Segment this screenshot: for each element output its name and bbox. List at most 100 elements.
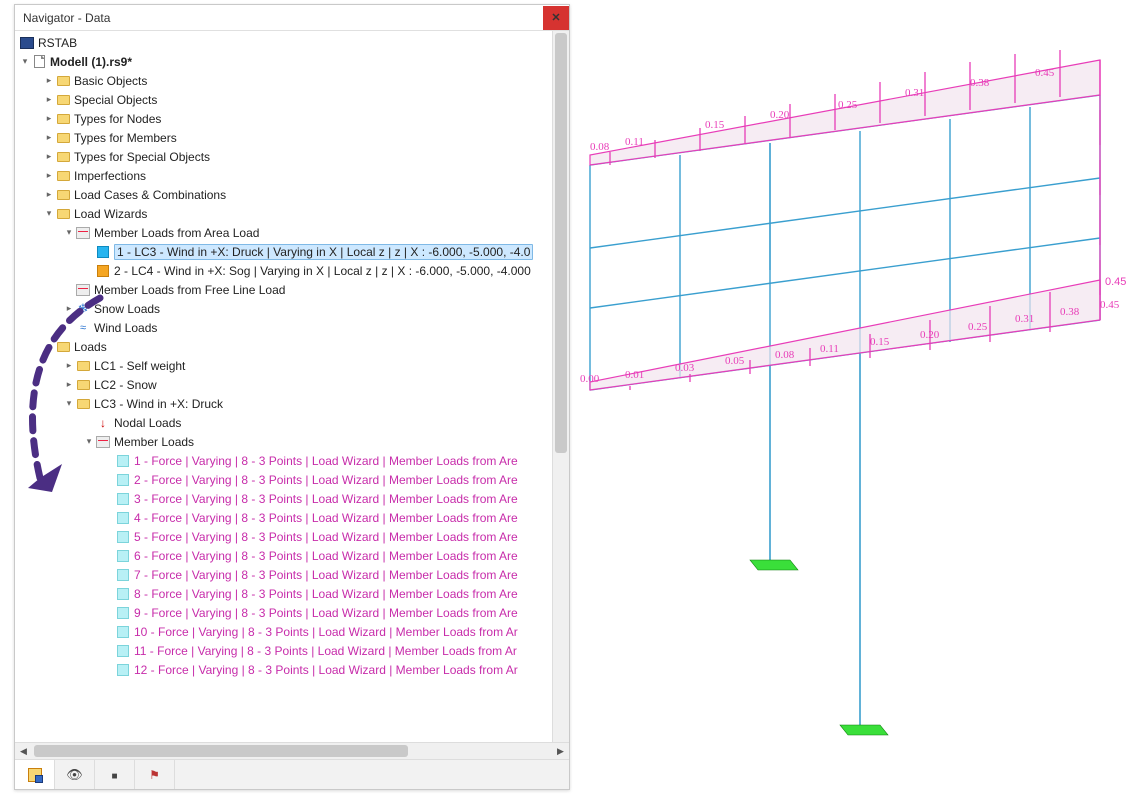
twisty-icon[interactable]: ▾	[63, 398, 75, 410]
snow-icon: ❄	[75, 301, 91, 317]
color-swatch-icon	[115, 624, 131, 640]
scroll-left-button[interactable]: ◀	[15, 743, 32, 760]
camera-icon	[111, 768, 117, 782]
tree-member-load-item[interactable]: 7 - Force | Varying | 8 - 3 Points | Loa…	[15, 565, 569, 584]
tab-views[interactable]	[95, 760, 135, 789]
load-label: 0.11	[625, 136, 644, 148]
twisty-icon[interactable]: ▾	[63, 227, 75, 239]
twisty-icon[interactable]: ▸	[43, 132, 55, 144]
tree-member-load-item[interactable]: 10 - Force | Varying | 8 - 3 Points | Lo…	[15, 622, 569, 641]
load-label: 0.20	[920, 329, 940, 341]
tree-wrap: RSTAB ▾ Modell (1).rs9* ▸Basic Objects▸S…	[15, 31, 569, 742]
tree-member-load-item[interactable]: 8 - Force | Varying | 8 - 3 Points | Loa…	[15, 584, 569, 603]
scrollbar-thumb[interactable]	[555, 33, 567, 453]
load-label: 0.15	[870, 336, 890, 348]
member-load-icon	[75, 225, 91, 241]
tree-member-load-item[interactable]: 9 - Force | Varying | 8 - 3 Points | Loa…	[15, 603, 569, 622]
tree-lc3[interactable]: ▾ LC3 - Wind in +X: Druck	[15, 394, 569, 413]
load-label: 0.31	[905, 87, 924, 99]
tree-member-load-item[interactable]: 11 - Force | Varying | 8 - 3 Points | Lo…	[15, 641, 569, 660]
folder-icon	[75, 396, 91, 412]
twisty-icon[interactable]: ▾	[19, 56, 31, 68]
color-swatch-icon	[115, 529, 131, 545]
load-label: 0.25	[838, 99, 858, 111]
tree-folder[interactable]: ▸Load Cases & Combinations	[15, 185, 569, 204]
folder-icon	[75, 377, 91, 393]
load-label: 0.08	[775, 349, 795, 361]
tab-data[interactable]	[15, 760, 55, 789]
twisty-icon[interactable]: ▸	[43, 189, 55, 201]
load-label: 0.05	[725, 355, 745, 367]
tab-results[interactable]	[135, 760, 175, 789]
tree-wind[interactable]: ≈ Wind Loads	[15, 318, 569, 337]
folder-icon	[55, 92, 71, 108]
tree-snow[interactable]: ▸ ❄ Snow Loads	[15, 299, 569, 318]
horizontal-scrollbar[interactable]: ◀ ▶	[15, 742, 569, 759]
tree-nodal[interactable]: ↓ Nodal Loads	[15, 413, 569, 432]
tree-lc2[interactable]: ▸ LC2 - Snow	[15, 375, 569, 394]
tree-member-load-item[interactable]: 1 - Force | Varying | 8 - 3 Points | Loa…	[15, 451, 569, 470]
twisty-icon[interactable]: ▸	[43, 113, 55, 125]
member-load-icon	[95, 434, 111, 450]
twisty-icon[interactable]: ▸	[43, 170, 55, 182]
bottom-tab-bar	[15, 759, 569, 789]
twisty-icon[interactable]: ▸	[43, 94, 55, 106]
tree-folder[interactable]: ▸Types for Nodes	[15, 109, 569, 128]
tree-lc1[interactable]: ▸ LC1 - Self weight	[15, 356, 569, 375]
twisty-icon[interactable]: ▾	[43, 208, 55, 220]
color-swatch-icon	[115, 662, 131, 678]
tree-member-load-item[interactable]: 4 - Force | Varying | 8 - 3 Points | Loa…	[15, 508, 569, 527]
tree-member-load-item[interactable]: 3 - Force | Varying | 8 - 3 Points | Loa…	[15, 489, 569, 508]
tree-member-load-item[interactable]: 5 - Force | Varying | 8 - 3 Points | Loa…	[15, 527, 569, 546]
member-load-icon	[75, 282, 91, 298]
tree-model[interactable]: ▾ Modell (1).rs9*	[15, 52, 569, 71]
navigator-panel: Navigator - Data ✕ RSTAB ▾ Modell (1).rs…	[14, 4, 570, 790]
load-label: 0.11	[820, 343, 839, 355]
tree-area-load[interactable]: ▾ Member Loads from Area Load	[15, 223, 569, 242]
tree-folder[interactable]: ▸Types for Members	[15, 128, 569, 147]
folder-icon	[55, 73, 71, 89]
flag-icon	[149, 768, 160, 782]
tree-folder[interactable]: ▸Imperfections	[15, 166, 569, 185]
color-swatch-icon	[95, 263, 111, 279]
data-icon	[28, 768, 42, 782]
tree-member-load-item[interactable]: 6 - Force | Varying | 8 - 3 Points | Loa…	[15, 546, 569, 565]
vertical-scrollbar[interactable]	[552, 31, 569, 742]
tab-display[interactable]	[55, 760, 95, 789]
load-label: 0.45	[1105, 276, 1126, 288]
color-swatch-icon	[115, 605, 131, 621]
nodal-load-icon: ↓	[95, 415, 111, 431]
color-swatch-icon	[115, 567, 131, 583]
tree-load-wizards[interactable]: ▾ Load Wizards	[15, 204, 569, 223]
color-swatch-icon	[115, 510, 131, 526]
twisty-icon[interactable]: ▸	[63, 360, 75, 372]
model-viewport[interactable]: 0.08 0.11 0.15 0.20 0.25 0.31 0.38 0.45 …	[570, 0, 1126, 796]
tree-folder[interactable]: ▸Special Objects	[15, 90, 569, 109]
scroll-right-button[interactable]: ▶	[552, 743, 569, 760]
tree[interactable]: RSTAB ▾ Modell (1).rs9* ▸Basic Objects▸S…	[15, 31, 569, 742]
twisty-icon[interactable]: ▾	[83, 436, 95, 448]
tree-area-item-2[interactable]: 2 - LC4 - Wind in +X: Sog | Varying in X…	[15, 261, 569, 280]
scrollbar-thumb[interactable]	[34, 745, 408, 757]
tree-member-loads[interactable]: ▾ Member Loads	[15, 432, 569, 451]
tree-folder[interactable]: ▸Basic Objects	[15, 71, 569, 90]
twisty-icon[interactable]: ▾	[43, 341, 55, 353]
color-swatch-icon	[115, 491, 131, 507]
load-label: 0.25	[968, 321, 988, 333]
tree-area-item-1[interactable]: 1 - LC3 - Wind in +X: Druck | Varying in…	[15, 242, 569, 261]
folder-icon	[55, 111, 71, 127]
twisty-icon[interactable]: ▸	[63, 379, 75, 391]
tree-loads[interactable]: ▾ Loads	[15, 337, 569, 356]
twisty-icon[interactable]: ▸	[43, 75, 55, 87]
load-label: 0.08	[590, 141, 610, 153]
twisty-icon[interactable]: ▸	[43, 151, 55, 163]
panel-title: Navigator - Data	[23, 11, 110, 25]
close-button[interactable]: ✕	[543, 6, 569, 30]
tree-member-load-item[interactable]: 12 - Force | Varying | 8 - 3 Points | Lo…	[15, 660, 569, 679]
tree-member-load-item[interactable]: 2 - Force | Varying | 8 - 3 Points | Loa…	[15, 470, 569, 489]
twisty-icon[interactable]: ▸	[63, 303, 75, 315]
tree-folder[interactable]: ▸Types for Special Objects	[15, 147, 569, 166]
color-swatch-icon	[115, 453, 131, 469]
tree-app[interactable]: RSTAB	[15, 33, 569, 52]
tree-freeline[interactable]: Member Loads from Free Line Load	[15, 280, 569, 299]
